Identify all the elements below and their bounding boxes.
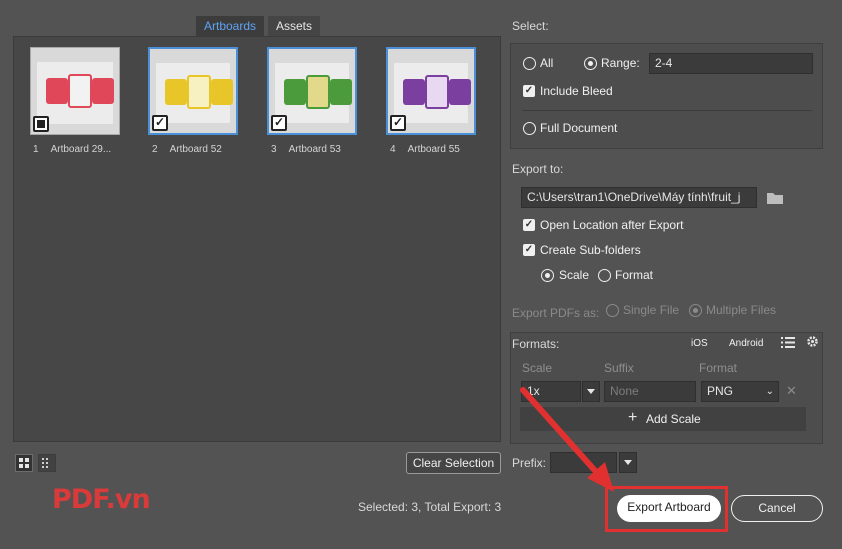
artboard-checkbox-2[interactable]: ✓ <box>152 115 168 131</box>
single-file-radio[interactable] <box>606 304 619 317</box>
open-location-checkbox[interactable]: ✓ <box>523 219 535 231</box>
scale-dropdown-arrow[interactable] <box>582 381 600 402</box>
artboard-caption-4: 4 Artboard 55 <box>390 144 460 155</box>
select-range-radio[interactable] <box>584 57 597 70</box>
watermark-logo: PDF.vn <box>52 484 151 515</box>
chevron-down-icon: ⌄ <box>765 386 774 397</box>
ios-preset-button[interactable]: iOS <box>691 338 708 349</box>
prefix-label: Prefix: <box>512 456 547 470</box>
artboard-list-panel: 1 Artboard 29... ✓ 2 Artboard 52 ✓ 3 Artboa… <box>13 36 501 442</box>
prefix-dropdown-arrow[interactable] <box>619 452 637 473</box>
artboard-preview-4 <box>394 63 471 123</box>
export-artboard-button[interactable]: Export Artboard <box>617 495 721 522</box>
list-view-button[interactable] <box>38 454 56 472</box>
select-divider <box>522 110 812 111</box>
create-subfolders-checkbox[interactable]: ✓ <box>523 244 535 256</box>
subfolder-format-label: Format <box>615 268 654 282</box>
gear-icon[interactable] <box>806 335 819 348</box>
folder-icon[interactable] <box>766 191 784 205</box>
select-all-label: All <box>540 56 554 70</box>
prefix-input[interactable] <box>550 452 617 473</box>
formats-title: Formats: <box>512 337 560 351</box>
export-path-input[interactable]: C:\Users\tran1\OneDrive\Máy tính\fruit_j <box>521 187 757 208</box>
cancel-button[interactable]: Cancel <box>731 495 823 522</box>
col-format-header: Format <box>699 361 738 375</box>
subfolder-scale-radio[interactable] <box>541 269 554 282</box>
grid-view-icon <box>19 458 29 468</box>
subfolder-format-radio[interactable] <box>598 269 611 282</box>
tab-artboards[interactable]: Artboards <box>196 16 265 36</box>
scale-input[interactable]: 1x <box>521 381 581 402</box>
artboard-thumbnail-1[interactable] <box>30 47 120 135</box>
select-section-title: Select: <box>512 19 549 33</box>
artboard-preview-2 <box>156 63 233 123</box>
artboard-thumbnail-2[interactable]: ✓ <box>148 47 238 135</box>
clear-selection-button[interactable]: Clear Selection <box>406 452 501 474</box>
artboard-caption-1: 1 Artboard 29... <box>33 144 112 155</box>
grid-view-button[interactable] <box>15 454 33 472</box>
suffix-input[interactable]: None <box>604 381 696 402</box>
list-menu-icon[interactable] <box>781 336 795 349</box>
artboard-checkbox-1[interactable] <box>33 116 49 132</box>
format-select[interactable]: PNG ⌄ <box>701 381 779 402</box>
multiple-files-radio[interactable] <box>689 304 702 317</box>
include-bleed-checkbox[interactable]: ✓ <box>523 85 535 97</box>
artboard-caption-2: 2 Artboard 52 <box>152 144 222 155</box>
artboard-checkbox-4[interactable]: ✓ <box>390 115 406 131</box>
format-select-value: PNG <box>707 384 734 398</box>
add-scale-button[interactable]: + Add Scale <box>520 407 806 431</box>
add-scale-label: Add Scale <box>646 412 701 426</box>
artboard-thumbnail-4[interactable]: ✓ <box>386 47 476 135</box>
android-preset-button[interactable]: Android <box>729 338 763 349</box>
select-range-label: Range: <box>601 56 640 70</box>
single-file-label: Single File <box>623 303 680 317</box>
full-document-label: Full Document <box>540 121 618 135</box>
plus-icon: + <box>628 409 638 426</box>
select-all-radio[interactable] <box>523 57 536 70</box>
col-suffix-header: Suffix <box>604 361 634 375</box>
remove-scale-icon[interactable]: ✕ <box>786 383 797 399</box>
artboard-thumbnail-3[interactable]: ✓ <box>267 47 357 135</box>
list-view-icon <box>42 458 48 468</box>
include-bleed-label: Include Bleed <box>540 84 613 98</box>
artboard-preview-3 <box>275 63 352 123</box>
export-to-title: Export to: <box>512 162 564 176</box>
full-document-radio[interactable] <box>523 122 536 135</box>
export-pdfs-title: Export PDFs as: <box>512 306 600 320</box>
col-scale-header: Scale <box>522 361 553 375</box>
artboard-checkbox-3[interactable]: ✓ <box>271 115 287 131</box>
subfolder-scale-label: Scale <box>559 268 590 282</box>
multiple-files-label: Multiple Files <box>706 303 777 317</box>
artboard-caption-3: 3 Artboard 53 <box>271 144 341 155</box>
artboard-preview-1 <box>37 62 114 124</box>
open-location-label: Open Location after Export <box>540 218 684 232</box>
create-subfolders-label: Create Sub-folders <box>540 243 641 257</box>
export-status-text: Selected: 3, Total Export: 3 <box>358 500 502 514</box>
tab-assets[interactable]: Assets <box>268 16 321 36</box>
range-input[interactable]: 2-4 <box>649 53 813 74</box>
